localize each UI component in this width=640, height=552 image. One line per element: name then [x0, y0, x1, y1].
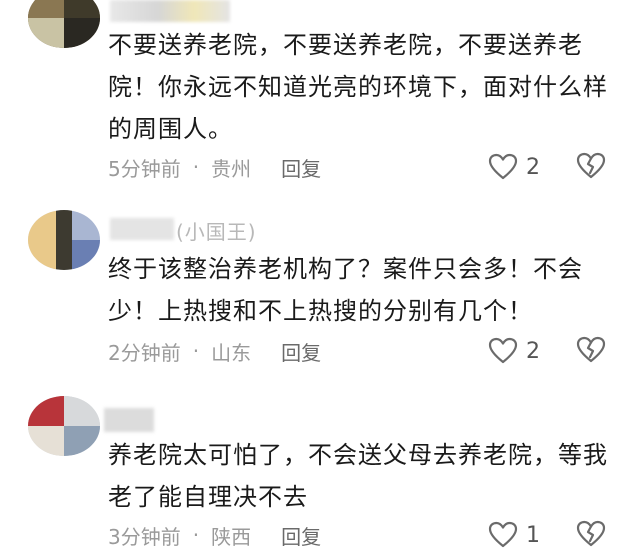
like-count: 2 — [526, 338, 540, 364]
heart-outline-icon — [488, 337, 518, 364]
avatar-mosaic — [64, 0, 100, 18]
separator-dot: · — [192, 339, 200, 363]
comment-text: 不要送养老院，不要送养老院，不要送养老院！你永远不知道光亮的环境下，面对什么样的… — [108, 31, 608, 143]
dislike-button[interactable] — [576, 336, 606, 366]
username-blurred[interactable] — [110, 0, 230, 22]
username-blurred — [110, 218, 174, 240]
avatar[interactable] — [28, 0, 100, 48]
comment-text: 养老院太可怕了，不会送父母去养老院，等我老了能自理决不去 — [108, 441, 608, 511]
separator-dot: · — [192, 523, 200, 547]
comment-time: 2分钟前 — [108, 340, 181, 365]
comment-meta: 5分钟前 · 贵州 回复 — [108, 152, 321, 182]
avatar-mosaic — [64, 18, 100, 48]
avatar[interactable] — [28, 210, 100, 270]
comment-meta: 2分钟前 · 山东 回复 — [108, 336, 321, 366]
avatar-mosaic — [28, 426, 64, 456]
dislike-button[interactable] — [576, 520, 606, 550]
avatar-mosaic — [28, 0, 64, 18]
dislike-button[interactable] — [576, 152, 606, 182]
avatar-mosaic — [56, 210, 72, 270]
reply-button[interactable]: 回复 — [281, 153, 321, 182]
avatar[interactable] — [28, 396, 100, 456]
avatar-mosaic — [64, 396, 100, 426]
avatar-mosaic — [28, 396, 64, 426]
broken-heart-icon — [576, 520, 606, 547]
comment-item: 不要送养老院，不要送养老院，不要送养老院！你永远不知道光亮的环境下，面对什么样的… — [0, 0, 640, 200]
comment-location: 贵州 — [211, 156, 252, 181]
reply-button[interactable]: 回复 — [281, 337, 321, 366]
avatar-mosaic — [64, 426, 100, 456]
comment-item: (小国王) 终于该整治养老机构了？案件只会多！不会少！上热搜和不上热搜的分别有几… — [0, 200, 640, 386]
avatar-mosaic — [28, 210, 56, 270]
comment-time: 5分钟前 — [108, 156, 181, 181]
username-fragment[interactable]: (小国王) — [176, 216, 257, 245]
like-button[interactable]: 2 — [488, 336, 540, 366]
comment-meta: 3分钟前 · 陕西 回复 — [108, 520, 321, 550]
broken-heart-icon — [576, 336, 606, 363]
comment-item: 养老院太可怕了，不会送父母去养老院，等我老了能自理决不去 3分钟前 · 陕西 回… — [0, 386, 640, 549]
separator-dot: · — [192, 155, 200, 179]
avatar-mosaic — [72, 210, 100, 240]
comment-text: 终于该整治养老机构了？案件只会多！不会少！上热搜和不上热搜的分别有几个！ — [108, 255, 583, 325]
like-count: 2 — [526, 154, 540, 180]
reply-button[interactable]: 回复 — [281, 521, 321, 550]
broken-heart-icon — [576, 152, 606, 179]
like-button[interactable]: 2 — [488, 152, 540, 182]
heart-outline-icon — [488, 153, 518, 180]
username-blurred[interactable] — [104, 408, 154, 432]
like-count: 1 — [526, 522, 540, 548]
comment-location: 陕西 — [211, 524, 252, 549]
avatar-mosaic — [28, 18, 64, 48]
comment-location: 山东 — [211, 340, 252, 365]
comment-time: 3分钟前 — [108, 524, 181, 549]
like-button[interactable]: 1 — [488, 520, 540, 550]
avatar-mosaic — [72, 240, 100, 270]
heart-outline-icon — [488, 521, 518, 548]
